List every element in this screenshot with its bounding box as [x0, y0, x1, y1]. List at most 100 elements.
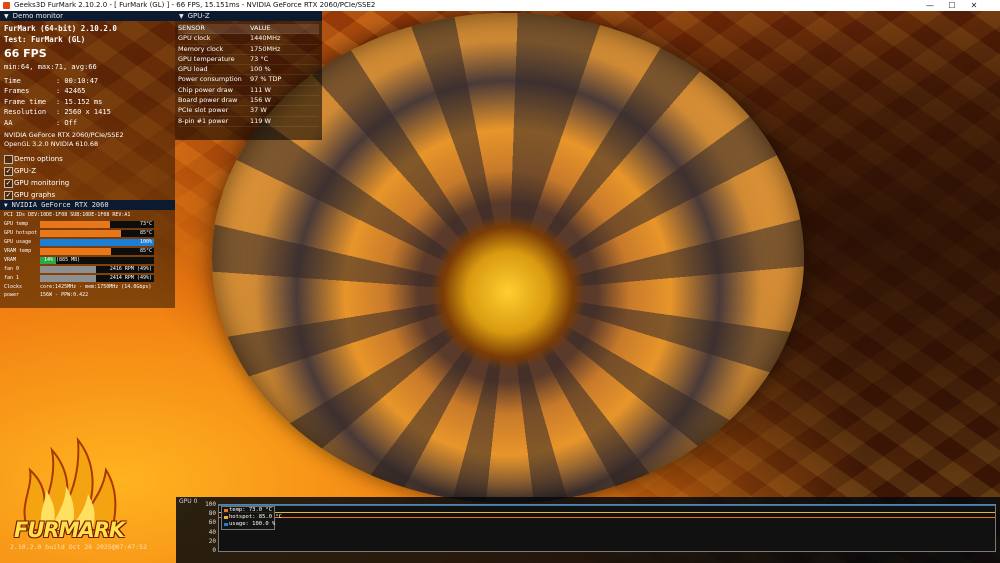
demo-monitor-header[interactable]: ▼ Demo monitor: [0, 11, 175, 21]
gpu-bar-row: VRAM 14% (885 MB): [0, 256, 175, 265]
gpu-monitor-header[interactable]: ▼ NVIDIA GeForce RTX 2060: [0, 200, 175, 210]
gpuz-row: Chip power draw 111 W: [178, 85, 319, 97]
bar-label: GPU temp: [4, 221, 29, 227]
sensor-name: Memory clock: [178, 44, 224, 53]
minimize-button[interactable]: —: [920, 0, 940, 11]
graph-plot-area: [218, 504, 996, 552]
stat-value: : 42465: [56, 87, 86, 95]
legend-label: hotspot: 85.0 °C: [229, 514, 282, 520]
checkbox[interactable]: ✓: [4, 191, 13, 200]
legend-entry: usage: 100.0 %: [222, 521, 276, 528]
gpu-bar-row: fan 0 2416 RPM (49%): [0, 265, 175, 274]
gpuz-row: PCIe slot power 37 W: [178, 106, 319, 117]
collapse-triangle-icon[interactable]: ▼: [4, 202, 8, 209]
gpuz-row: GPU clock 1440MHz: [178, 34, 319, 45]
stat-row: Time: 00:10:47: [4, 76, 171, 87]
maximize-button[interactable]: ☐: [942, 0, 962, 11]
gpu-bar-row: VRAM temp 85°C: [0, 247, 175, 256]
bar-value: 14% (885 MB): [44, 257, 81, 263]
option-checkbox-row[interactable]: ✓ GPU monitoring: [0, 177, 175, 189]
clocks-label: Clocks: [4, 284, 23, 290]
stat-label: Time: [4, 76, 21, 85]
clocks-row: Clocks core:1425MHz - mem:1750MHz (14.0Gb…: [0, 283, 175, 291]
legend-entry: hotspot: 85.0 °C: [222, 514, 282, 521]
stat-label: AA: [4, 118, 13, 127]
y-tick-label: 40: [208, 528, 216, 536]
window-titlebar: Geeks3D FurMark 2.10.2.0 - [ FurMark (GL…: [0, 0, 1000, 11]
window-title: Geeks3D FurMark 2.10.2.0 - [ FurMark (GL…: [14, 1, 376, 9]
legend-entry: temp: 73.0 °C: [222, 507, 274, 514]
stat-row: Frames : 42465: [4, 86, 171, 97]
build-info: 2.10.2.0 build Oct 26 2025@07:47:52: [10, 543, 147, 551]
bar-track: 85°C: [40, 248, 154, 255]
pci-ids: PCI IDs DEV:10DE-1F08 SUB:10DE-1F08 REV:…: [4, 212, 131, 218]
gpu-renderer: NVIDIA GeForce RTX 2060/PCIe/SSE2: [4, 131, 124, 139]
checkbox[interactable]: ✓: [4, 179, 13, 188]
stat-row: AA : Off: [4, 118, 171, 129]
col-sensor: SENSOR: [178, 24, 205, 32]
col-value: VALUE: [250, 24, 271, 32]
gpu-bar-row: GPU hotspot 85°C: [0, 229, 175, 238]
graph-legend: temp: 73.0 °C hotspot: 85.0 °C usage: 100.…: [221, 506, 282, 530]
gpuz-header[interactable]: ▼ GPU-Z: [175, 11, 322, 21]
gpuz-row: Power consumption 97 % TDP: [178, 75, 319, 86]
checkbox[interactable]: [4, 155, 13, 164]
stats-list: Time: 00:10:47 Frames: 42465 Frame time: 1…: [4, 76, 171, 129]
legend-swatch: [224, 516, 228, 519]
gpuz-title: GPU-Z: [187, 12, 210, 20]
stat-row: Resolution: 2560 x 1415: [4, 107, 171, 118]
gpu-monitor-title: NVIDIA GeForce RTX 2060: [11, 201, 109, 209]
sensor-name: 8-pin #1 power: [178, 116, 229, 125]
legend-label: usage: 100.0 %: [229, 521, 276, 527]
checkbox[interactable]: ✓: [4, 167, 13, 176]
gpuz-row: Board power draw 156 W: [178, 96, 319, 107]
close-button[interactable]: ✕: [964, 0, 984, 11]
sensor-name: GPU clock: [178, 34, 211, 43]
sensor-value: 1440MHz: [250, 34, 281, 43]
gpuz-row: GPU load 100 %: [178, 65, 319, 76]
sensor-value: 73 °C: [250, 54, 269, 63]
sensor-value: 100 %: [250, 65, 271, 74]
bar-track: 73°C: [40, 221, 154, 228]
option-label: GPU graphs: [14, 191, 56, 199]
bar-label: GPU usage: [4, 239, 32, 245]
app-version-line: FurMark (64-bit) 2.10.2.0: [4, 24, 117, 33]
graph-series-line: [219, 511, 995, 513]
bar-label: VRAM: [4, 257, 17, 263]
sensor-name: Board power draw: [178, 96, 238, 105]
stat-label: Frames: [4, 87, 30, 95]
clocks-value: core:1425MHz - mem:1750MHz (14.0Gbps): [40, 284, 152, 290]
stat-value: : Off: [56, 118, 78, 127]
y-tick-label: 100: [205, 501, 216, 508]
sensor-name: Chip power draw: [178, 85, 233, 94]
y-tick-label: 80: [208, 510, 216, 518]
sensor-name: GPU temperature: [178, 54, 235, 63]
collapse-triangle-icon[interactable]: ▼: [179, 13, 184, 20]
option-label: GPU monitoring: [14, 179, 70, 187]
gpu-bars: GPU temp 73°C GPU hotspot 85°C GPU usage 100%…: [0, 220, 175, 283]
bar-track: 100%: [40, 239, 154, 246]
gpuz-table-header: SENSOR VALUE: [178, 24, 319, 35]
collapse-triangle-icon[interactable]: ▼: [4, 13, 9, 20]
gpu-bar-row: GPU usage 100%: [0, 238, 175, 247]
power-label: power: [4, 292, 20, 298]
bar-value: 85°C: [139, 230, 152, 236]
y-tick-label: 20: [208, 537, 216, 545]
bar-value: 100%: [139, 239, 152, 245]
bar-value: 73°C: [139, 221, 152, 227]
bar-value: 2414 RPM (49%): [109, 275, 152, 281]
y-tick-label: 0: [212, 547, 216, 554]
fps-counter: 66 FPS: [4, 47, 47, 60]
power-row: power 156W - PPW:0.422: [0, 291, 175, 299]
gpu-monitor-panel: ▼ NVIDIA GeForce RTX 2060 PCI IDs DEV:10D…: [0, 200, 175, 308]
y-tick-label: 60: [208, 519, 216, 527]
app-icon: [3, 2, 10, 9]
sensor-name: GPU load: [178, 65, 208, 74]
gpuz-row: Memory clock 1750MHz: [178, 45, 319, 55]
sensor-value: 1750MHz: [250, 44, 281, 53]
graph-series-line: [219, 517, 995, 519]
option-checkbox-row[interactable]: ✓ GPU-Z: [0, 165, 175, 177]
option-checkbox-row[interactable]: Demo options: [0, 153, 175, 165]
sensor-value: 97 % TDP: [250, 75, 282, 84]
gpu-bar-row: GPU temp 73°C: [0, 220, 175, 229]
